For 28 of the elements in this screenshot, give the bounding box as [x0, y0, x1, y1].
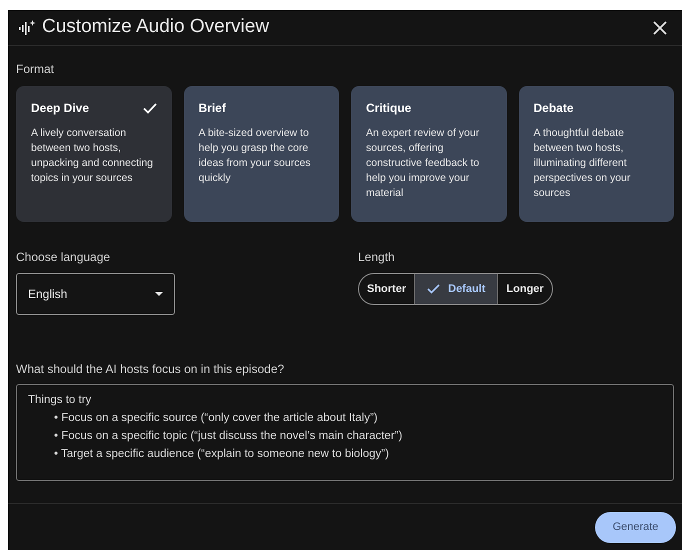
language-dropdown[interactable]: English [16, 273, 175, 315]
format-card[interactable]: Deep Dive A lively conversation between two hosts, unpacking and connecting topics in your sources [16, 86, 172, 222]
card-title: Brief [198, 100, 226, 117]
card-title: Critique [366, 100, 412, 117]
check-icon [142, 102, 156, 114]
dropdown-caret-icon [155, 292, 163, 296]
check-icon [427, 284, 440, 294]
format-card[interactable]: Debate A thoughtful debate between two hosts, illuminating different perspectives on your sources [518, 86, 674, 222]
section-label: Format [16, 61, 56, 78]
focus-field[interactable]: Things to try • Focus on a specific source (“only cover the article about Italy”) • Focus on a specific topic (“just discuss the novel’s main character”) • Target a specific audience (“explain to someone new to biology”) [16, 384, 674, 481]
close-icon [653, 20, 667, 34]
focus-question: What should the AI hosts focus on in this episode? [16, 361, 286, 378]
generate-button[interactable]: Generate [595, 512, 676, 542]
card-description: An expert review of your sources, offering constructive feedback to help you improve your material [366, 126, 480, 201]
format-card[interactable]: Critique An expert review of your sources, offering constructive feedback to help you improve your material [351, 86, 506, 222]
length-option[interactable]: Longer [497, 274, 552, 304]
length-option[interactable]: Shorter [359, 274, 414, 304]
format-card[interactable]: Brief A bite-sized overview to help you grasp the core ideas from your sources quickly [184, 86, 339, 222]
dialog-title: Customize Audio Overview [42, 15, 270, 40]
section-label: Length [358, 249, 396, 266]
card-title: Deep Dive [31, 100, 90, 117]
card-title: Debate [534, 100, 574, 117]
card-description: A thoughtful debate between two hosts, illuminating different perspectives on your sources [534, 126, 632, 201]
length-option[interactable]: Default [414, 274, 498, 304]
section-label: Choose language [16, 249, 112, 266]
card-description: A lively conversation between two hosts, unpacking and connecting topics in your sources [31, 126, 154, 186]
card-description: A bite-sized overview to help you grasp the core ideas from your sources quickly [198, 126, 312, 186]
audio-sparkle-icon [18, 18, 36, 36]
